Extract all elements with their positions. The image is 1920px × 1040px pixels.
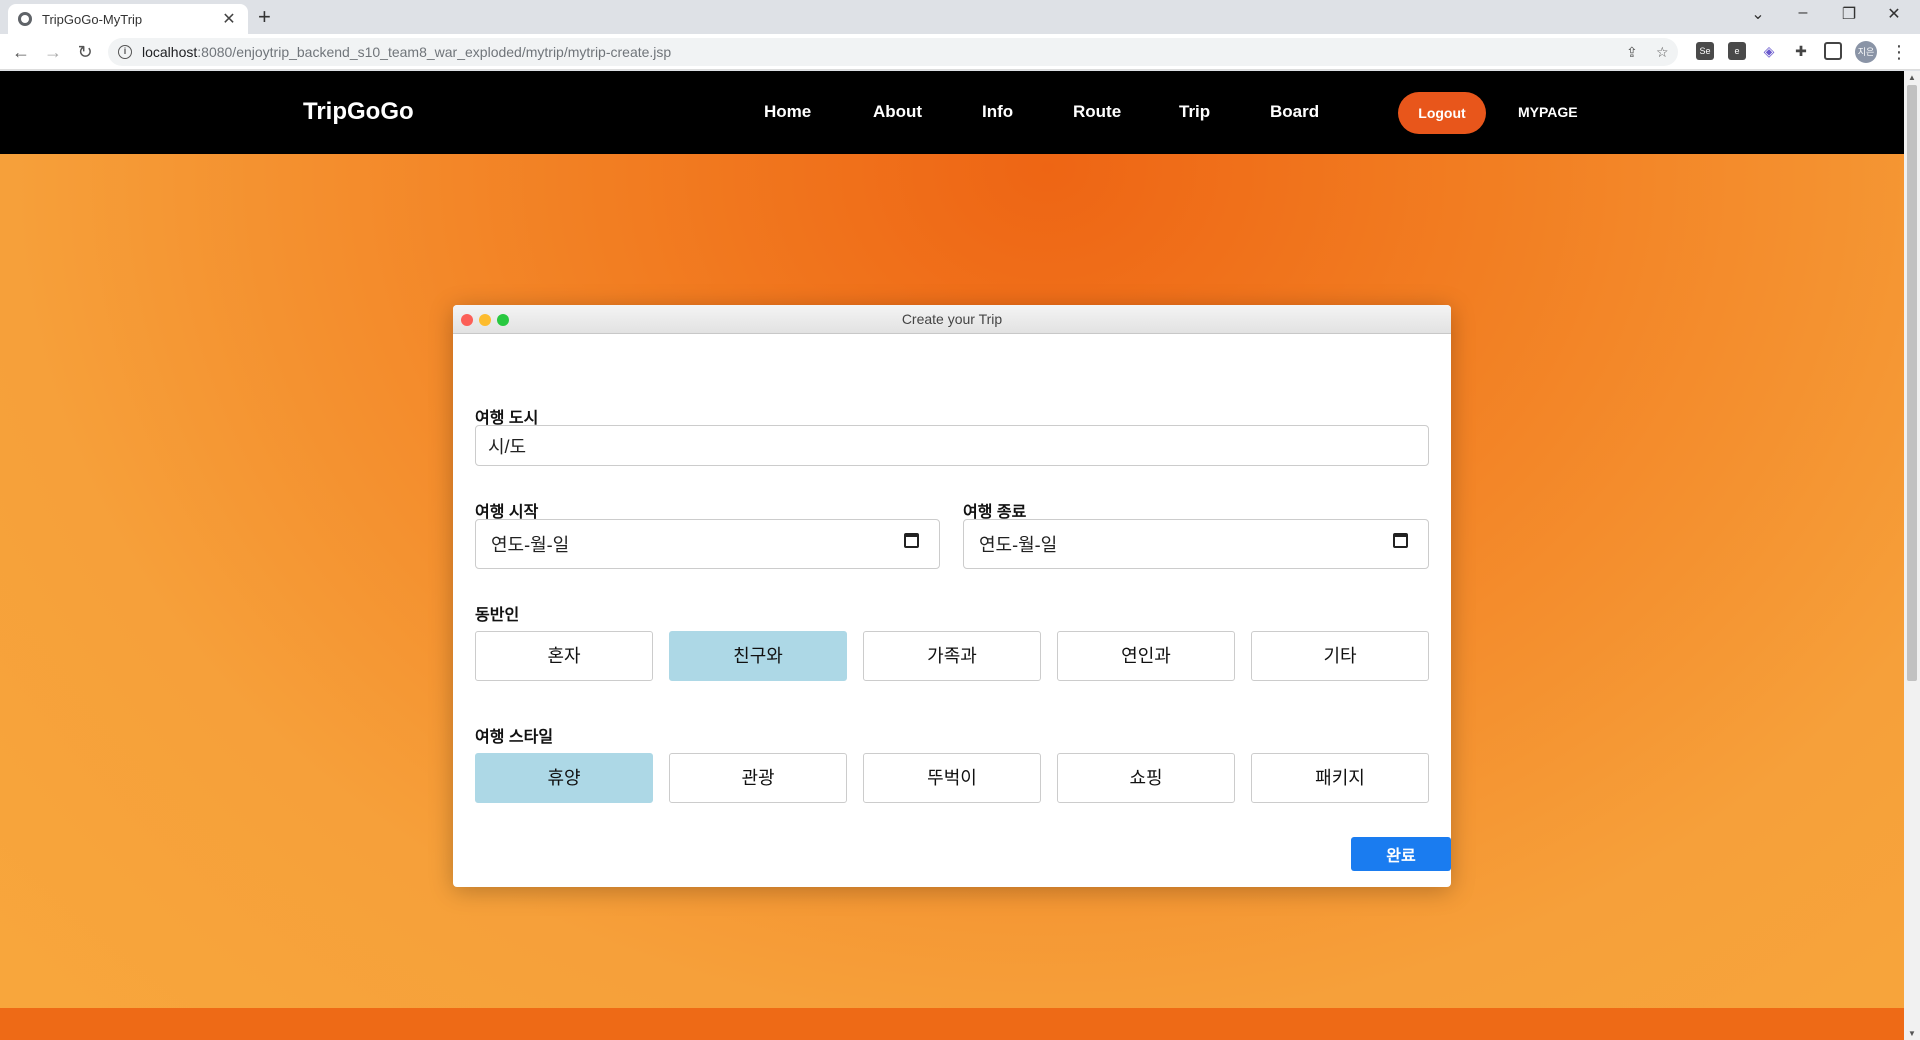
reload-icon[interactable]: ↻ (73, 40, 97, 64)
brand-logo[interactable]: TripGoGo (303, 98, 414, 126)
site-navbar: TripGoGo Home About Info Route Trip Boar… (0, 71, 1904, 154)
globe-icon (18, 12, 32, 26)
nav-about[interactable]: About (873, 102, 922, 122)
style-option-shopping[interactable]: 쇼핑 (1057, 753, 1235, 803)
style-option-rest[interactable]: 휴양 (475, 753, 653, 803)
footer-band (0, 1008, 1904, 1040)
nav-home[interactable]: Home (764, 102, 811, 122)
companion-option-partner[interactable]: 연인과 (1057, 631, 1235, 681)
url-host: localhost (142, 44, 198, 60)
avatar[interactable]: 지은 (1855, 41, 1877, 63)
scroll-down-icon[interactable]: ▼ (1908, 1029, 1916, 1038)
calendar-icon[interactable] (1393, 533, 1408, 548)
address-bar[interactable]: i localhost :8080/enjoytrip_backend_s10_… (108, 38, 1678, 66)
extension-icon[interactable]: ◈ (1760, 42, 1778, 60)
style-label: 여행 스타일 (475, 729, 554, 746)
scrollbar-thumb[interactable] (1907, 85, 1917, 681)
close-window-icon[interactable]: ✕ (1879, 4, 1909, 24)
restore-icon[interactable]: ❐ (1834, 4, 1864, 24)
end-date-input[interactable]: 연도-월-일 (963, 519, 1429, 569)
maximize-dot-icon[interactable] (497, 314, 509, 326)
browser-tabstrip: TripGoGo-MyTrip ✕ + ⌄ – ❐ ✕ (0, 0, 1920, 34)
side-panel-icon[interactable] (1824, 42, 1842, 60)
submit-button[interactable]: 완료 (1351, 837, 1451, 871)
end-date-placeholder: 연도-월-일 (979, 535, 1058, 555)
browser-tab[interactable]: TripGoGo-MyTrip ✕ (8, 4, 248, 34)
scroll-up-icon[interactable]: ▲ (1908, 73, 1916, 82)
bookmark-star-icon[interactable]: ☆ (1656, 38, 1669, 66)
city-select[interactable]: 시/도 (475, 425, 1429, 466)
start-date-placeholder: 연도-월-일 (491, 535, 570, 555)
tab-search-icon[interactable]: ⌄ (1743, 4, 1773, 24)
nav-info[interactable]: Info (982, 102, 1013, 122)
share-icon[interactable]: ⇪ (1626, 38, 1638, 66)
style-option-walking[interactable]: 뚜벅이 (863, 753, 1041, 803)
start-date-input[interactable]: 연도-월-일 (475, 519, 940, 569)
window-title: Create your Trip (901, 311, 1003, 327)
city-value: 시/도 (488, 436, 527, 457)
minimize-dot-icon[interactable] (479, 314, 491, 326)
minimize-icon[interactable]: – (1788, 4, 1818, 22)
nav-route[interactable]: Route (1073, 102, 1121, 122)
window-titlebar: Create your Trip (453, 305, 1451, 334)
forward-icon[interactable]: → (41, 40, 65, 64)
mypage-link[interactable]: MYPAGE (1518, 104, 1578, 120)
companion-option-friends[interactable]: 친구와 (669, 631, 847, 681)
companion-option-other[interactable]: 기타 (1251, 631, 1429, 681)
extension-icon[interactable]: Se (1696, 42, 1714, 60)
companion-option-alone[interactable]: 혼자 (475, 631, 653, 681)
style-option-package[interactable]: 패키지 (1251, 753, 1429, 803)
companion-option-family[interactable]: 가족과 (863, 631, 1041, 681)
style-option-sightseeing[interactable]: 관광 (669, 753, 847, 803)
tab-title: TripGoGo-MyTrip (42, 11, 143, 27)
nav-board[interactable]: Board (1270, 102, 1319, 122)
nav-trip[interactable]: Trip (1179, 102, 1210, 122)
companion-label: 동반인 (475, 607, 520, 624)
new-tab-button[interactable]: + (258, 6, 271, 28)
url-path: :8080/enjoytrip_backend_s10_team8_war_ex… (197, 44, 672, 60)
create-trip-window: Create your Trip 여행 도시 시/도 여행 시작 연도-월-일 … (453, 305, 1451, 887)
extension-icon[interactable]: e (1728, 42, 1746, 60)
logout-button[interactable]: Logout (1398, 92, 1486, 134)
close-dot-icon[interactable] (461, 314, 473, 326)
back-icon[interactable]: ← (9, 40, 33, 64)
browser-toolbar: ← → ↻ i localhost :8080/enjoytrip_backen… (0, 34, 1920, 70)
puzzle-icon[interactable]: ✚ (1792, 42, 1810, 60)
page-viewport: TripGoGo Home About Info Route Trip Boar… (0, 71, 1904, 1040)
calendar-icon[interactable] (904, 533, 919, 548)
site-info-icon[interactable]: i (118, 45, 132, 59)
more-menu-icon[interactable]: ⋮ (1890, 40, 1908, 64)
page-scrollbar[interactable]: ▲ ▼ (1904, 71, 1920, 1040)
tab-close-icon[interactable]: ✕ (220, 9, 238, 29)
